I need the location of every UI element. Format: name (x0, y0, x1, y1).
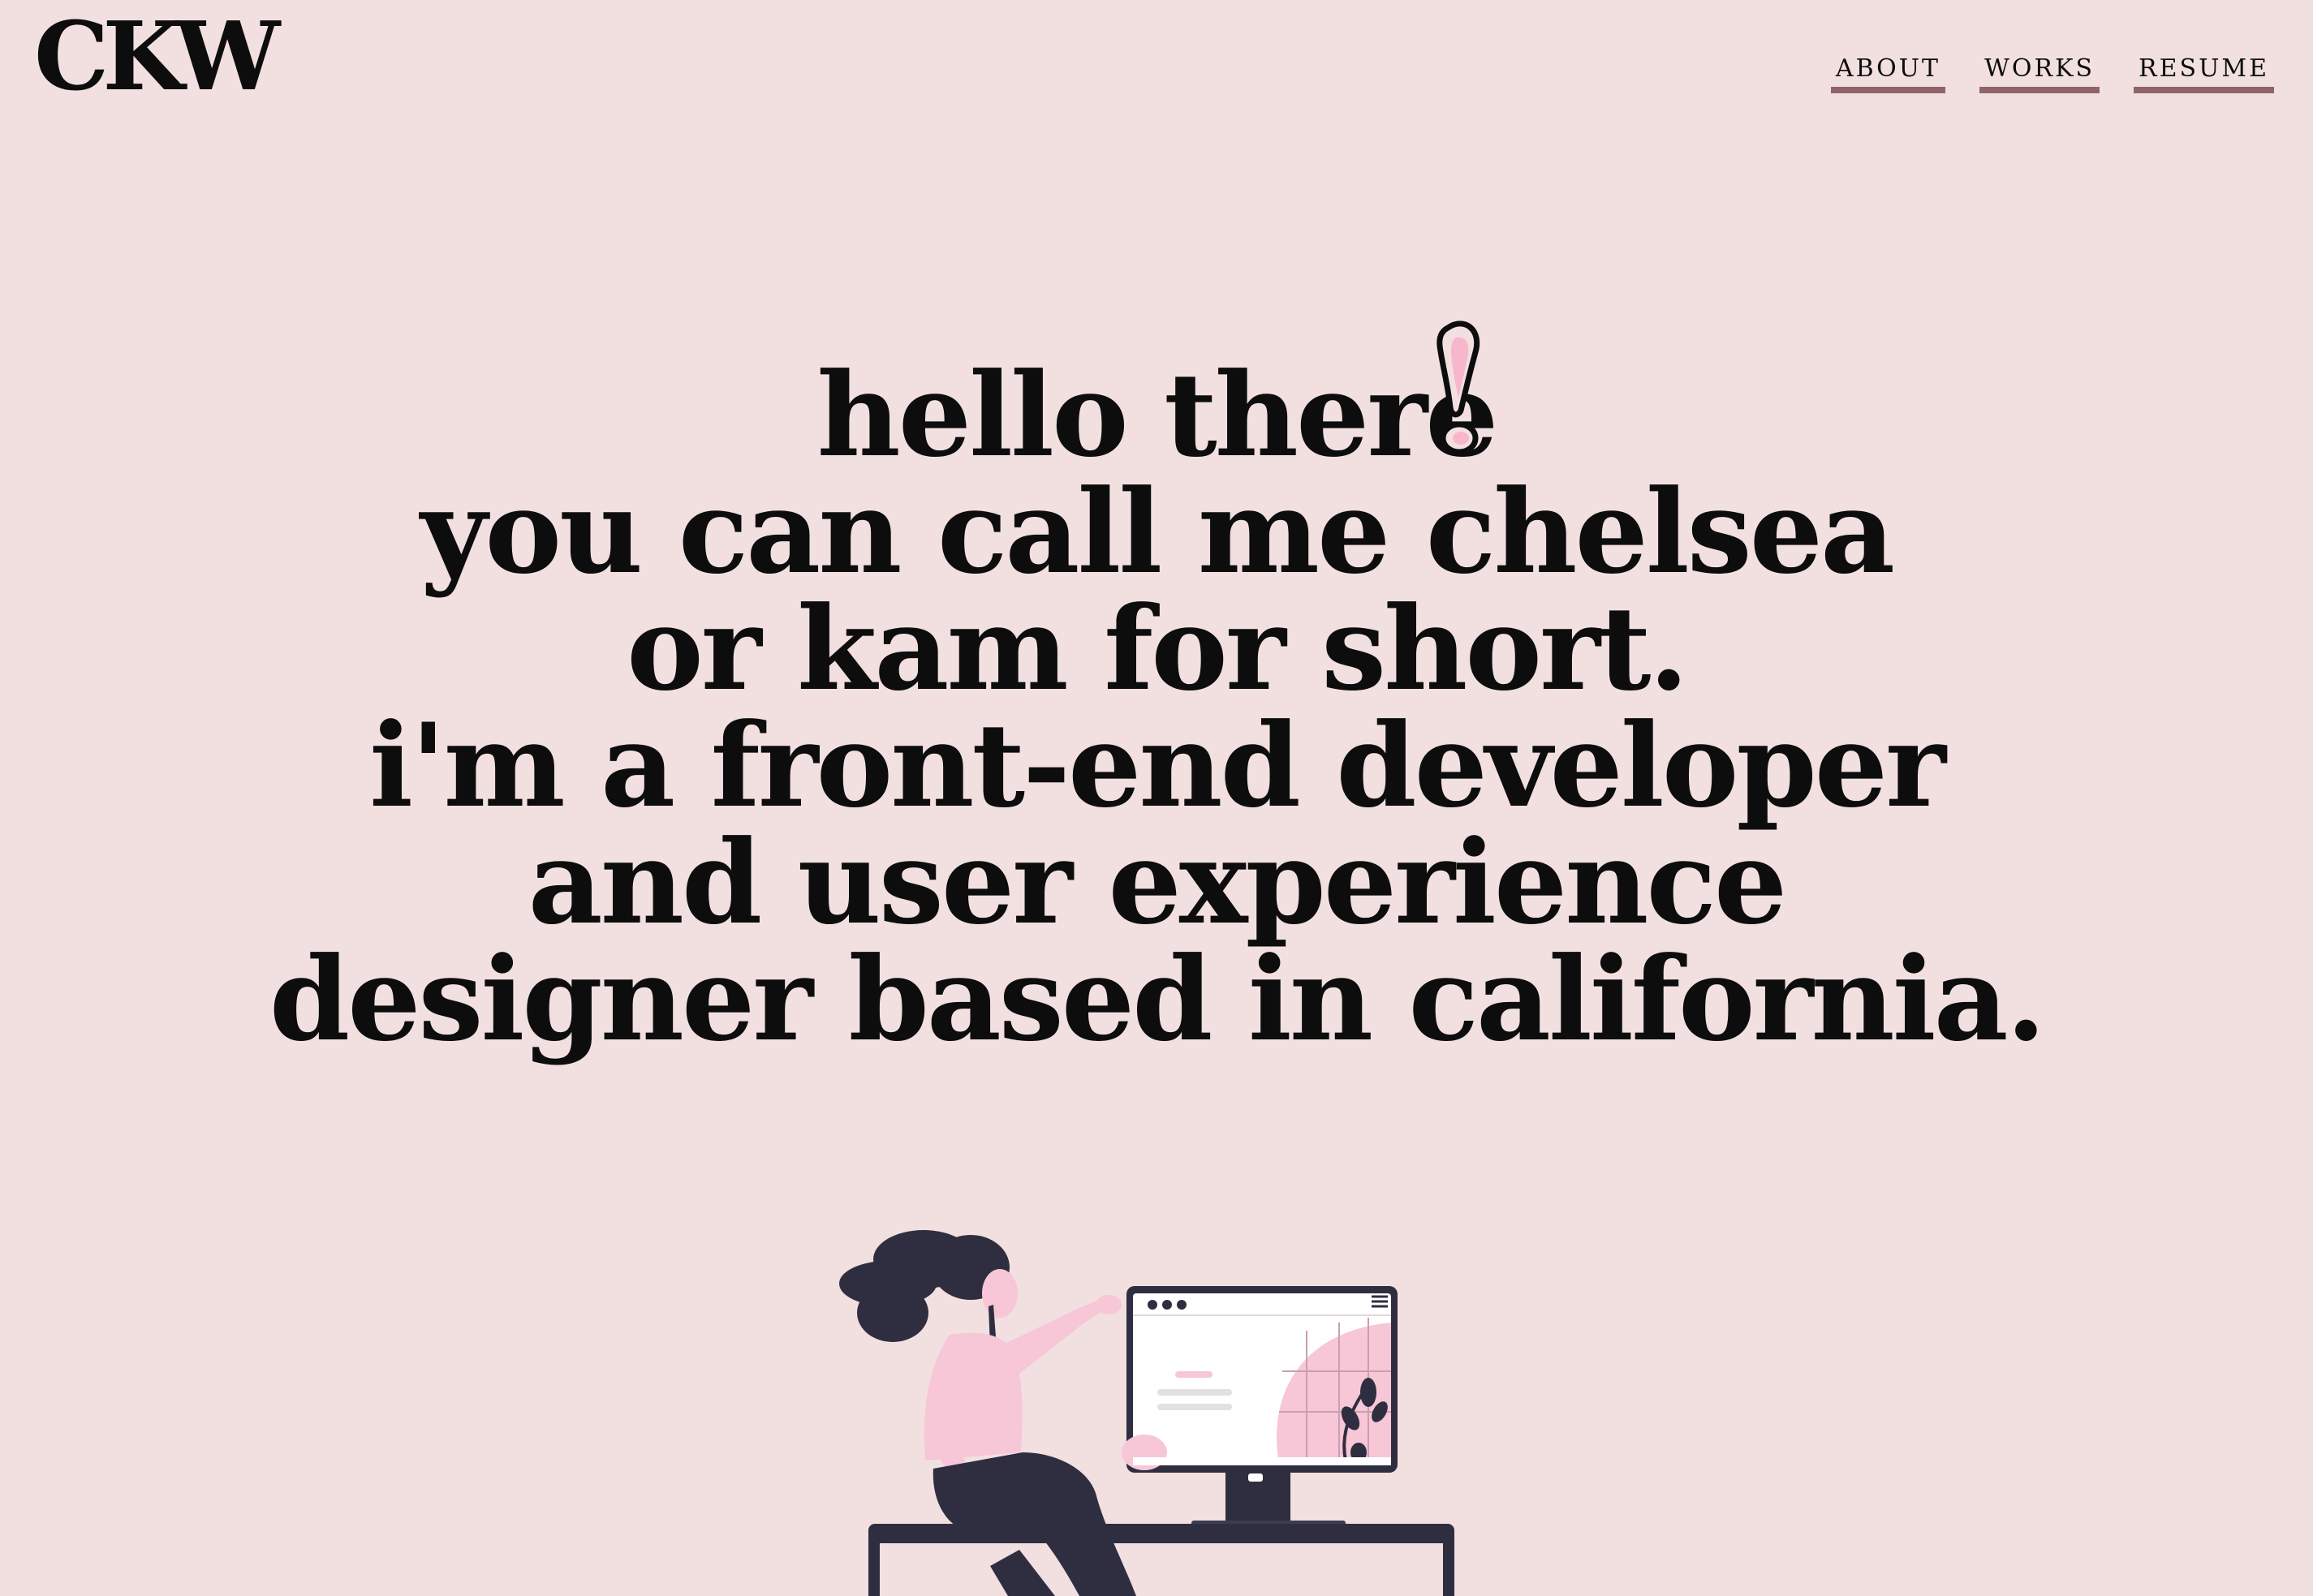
hero-line: hello there (816, 348, 1499, 483)
desk (868, 1524, 1454, 1543)
logo[interactable]: CKW (34, 10, 280, 104)
hero-line: i'm a front-end developer (369, 699, 1946, 833)
hero-line: or kam for short. (627, 582, 1689, 716)
exclamation-doodle-icon (1436, 320, 1480, 455)
hero-heading: hello there you can call me chelsea or k… (0, 357, 2313, 1058)
hero-line: and user experience (528, 815, 1788, 950)
main-nav: ABOUT WORKS RESUME (1830, 54, 2274, 93)
nav-works-link[interactable]: WORKS (1979, 54, 2100, 93)
nav-resume-link[interactable]: RESUME (2134, 54, 2274, 93)
hero-line: you can call me chelsea (420, 465, 1895, 600)
hero-line: designer based in california. (269, 932, 2046, 1067)
developer-at-desk-illustration (839, 1230, 1454, 1596)
nav-about-link[interactable]: ABOUT (1830, 54, 1946, 93)
